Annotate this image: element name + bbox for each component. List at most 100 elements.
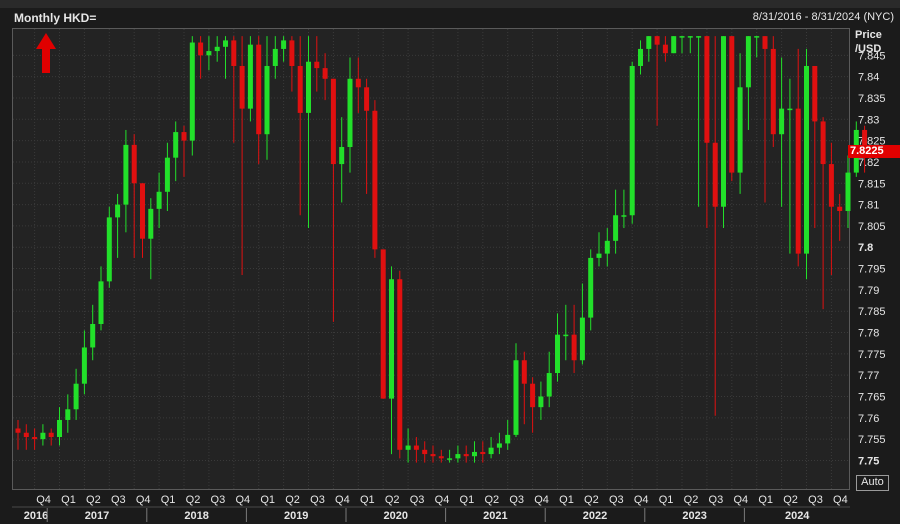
candle[interactable]: [272, 36, 278, 79]
candle[interactable]: [754, 36, 760, 58]
candle[interactable]: [596, 232, 602, 267]
candle[interactable]: [571, 304, 577, 374]
candle[interactable]: [148, 198, 154, 280]
candle[interactable]: [837, 193, 843, 241]
candle[interactable]: [704, 36, 710, 229]
candle[interactable]: [671, 36, 677, 54]
candle[interactable]: [463, 445, 469, 463]
candle[interactable]: [513, 343, 519, 438]
candle[interactable]: [530, 377, 536, 433]
candle[interactable]: [281, 36, 287, 62]
candle[interactable]: [380, 249, 386, 399]
candle[interactable]: [422, 441, 428, 463]
candle[interactable]: [455, 445, 461, 463]
candle[interactable]: [787, 78, 793, 254]
candle[interactable]: [588, 249, 594, 331]
candle[interactable]: [696, 36, 702, 207]
candle[interactable]: [214, 36, 220, 62]
candle[interactable]: [131, 134, 137, 258]
candle[interactable]: [563, 304, 569, 361]
candle[interactable]: [721, 36, 726, 229]
candle[interactable]: [256, 36, 262, 165]
candle[interactable]: [65, 394, 71, 433]
candle[interactable]: [745, 36, 751, 130]
candle[interactable]: [430, 445, 436, 463]
candle[interactable]: [820, 117, 826, 310]
candle[interactable]: [413, 437, 419, 463]
candle[interactable]: [98, 266, 104, 331]
candle[interactable]: [347, 57, 353, 173]
candle[interactable]: [405, 428, 411, 463]
candle[interactable]: [364, 78, 370, 194]
candle[interactable]: [845, 155, 851, 229]
candle[interactable]: [812, 65, 818, 229]
candle[interactable]: [613, 189, 619, 254]
candle[interactable]: [372, 100, 378, 258]
candle[interactable]: [654, 36, 660, 126]
candle[interactable]: [247, 36, 253, 122]
candle[interactable]: [106, 206, 112, 288]
candle[interactable]: [480, 441, 486, 463]
candle[interactable]: [488, 437, 494, 459]
candle[interactable]: [297, 36, 303, 216]
candle[interactable]: [355, 57, 361, 113]
candle[interactable]: [662, 36, 668, 62]
candle[interactable]: [32, 428, 38, 450]
candle[interactable]: [231, 36, 237, 143]
candle[interactable]: [339, 117, 345, 203]
candle[interactable]: [164, 142, 170, 211]
candle[interactable]: [322, 53, 328, 101]
candle[interactable]: [314, 36, 320, 92]
candle[interactable]: [679, 36, 685, 54]
candle[interactable]: [173, 121, 179, 182]
candle[interactable]: [23, 424, 29, 450]
candle[interactable]: [638, 40, 643, 75]
candle[interactable]: [189, 36, 195, 156]
candle[interactable]: [306, 36, 311, 229]
candle[interactable]: [389, 266, 394, 455]
candle[interactable]: [140, 183, 145, 258]
candle[interactable]: [737, 53, 743, 194]
candle[interactable]: [90, 304, 96, 361]
candle[interactable]: [223, 36, 228, 79]
candle[interactable]: [555, 313, 560, 382]
candle[interactable]: [48, 428, 54, 446]
candle[interactable]: [239, 36, 245, 275]
candle[interactable]: [546, 351, 552, 408]
candle[interactable]: [538, 381, 544, 420]
candle[interactable]: [712, 36, 718, 416]
candle[interactable]: [472, 441, 477, 463]
candle[interactable]: [198, 36, 204, 79]
candle[interactable]: [828, 142, 834, 275]
candle[interactable]: [397, 270, 403, 459]
candlestick-chart[interactable]: 7.75 7.755 7.76 7.765 7.77 7.775 7.78 7.785 7.79…: [0, 0, 900, 524]
candle[interactable]: [579, 283, 585, 365]
candle[interactable]: [206, 36, 212, 71]
candle[interactable]: [621, 189, 627, 229]
candle[interactable]: [521, 351, 527, 425]
candle[interactable]: [646, 36, 652, 62]
candle[interactable]: [604, 228, 610, 267]
candle[interactable]: [289, 36, 295, 92]
auto-scale-button[interactable]: Auto: [856, 475, 889, 491]
candle[interactable]: [795, 48, 801, 267]
candle[interactable]: [330, 78, 336, 322]
candle[interactable]: [629, 61, 635, 224]
candle[interactable]: [15, 419, 21, 450]
candle[interactable]: [156, 172, 162, 229]
candle[interactable]: [729, 36, 735, 182]
candle[interactable]: [181, 125, 187, 177]
last-price-tag: 7.8225: [848, 145, 900, 159]
candle[interactable]: [123, 129, 129, 233]
candle[interactable]: [770, 36, 776, 148]
candle[interactable]: [687, 36, 693, 54]
candle[interactable]: [804, 48, 809, 280]
candle[interactable]: [779, 57, 785, 207]
candle[interactable]: [496, 432, 502, 455]
candle[interactable]: [81, 330, 87, 395]
candle[interactable]: [40, 424, 46, 446]
candle[interactable]: [57, 407, 62, 446]
candle[interactable]: [73, 368, 79, 420]
candle[interactable]: [505, 419, 511, 450]
candle[interactable]: [264, 36, 270, 160]
